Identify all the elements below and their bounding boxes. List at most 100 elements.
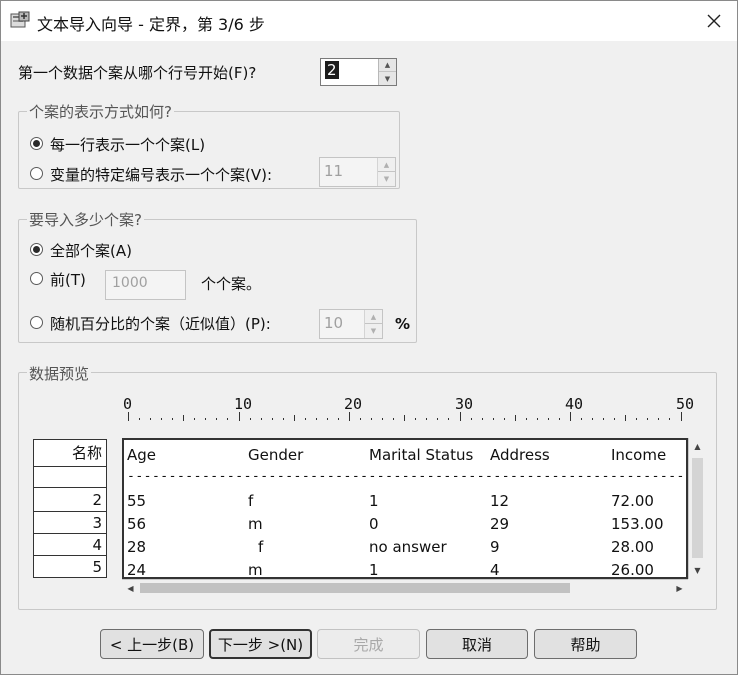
radio-random-percent-label: 随机百分比的个案（近似值）(P): — [50, 315, 271, 333]
ruler-dot — [504, 418, 505, 420]
spin-up-icon: ▲ — [378, 158, 395, 172]
close-icon[interactable] — [699, 6, 729, 36]
ruler-dot — [559, 418, 560, 420]
ruler-mid-tick — [404, 415, 405, 421]
next-button[interactable]: 下一步 >(N) — [209, 629, 312, 659]
cell: 4 — [490, 561, 500, 579]
ruler-major-tick — [128, 412, 129, 421]
cell: f — [258, 538, 264, 556]
ruler-label: 20 — [344, 395, 363, 413]
preview-vertical-scrollbar[interactable]: ▲ ▼ — [688, 438, 706, 579]
row-number: 5 — [92, 558, 102, 576]
ruler-major-tick — [349, 412, 350, 421]
ruler-dot — [261, 418, 262, 420]
random-percent-spinner: 10 ▲ ▼ — [319, 309, 383, 339]
ruler-dot — [592, 418, 593, 420]
column-header[interactable]: Address — [490, 446, 550, 464]
window-title: 文本导入向导 - 定界，第 3/6 步 — [37, 15, 265, 34]
radio-specific-vars-label: 变量的特定编号表示一个个案(V): — [50, 166, 273, 184]
cell: m — [248, 515, 263, 533]
scroll-left-icon[interactable]: ◀ — [122, 580, 139, 596]
ruler-dot — [448, 418, 449, 420]
ruler-dot — [614, 418, 615, 420]
cancel-button[interactable]: 取消 — [426, 629, 528, 659]
case-representation-title: 个案的表示方式如何? — [27, 101, 174, 122]
ruler-major-tick — [681, 412, 682, 421]
cell: 28.00 — [611, 538, 654, 556]
scroll-down-icon[interactable]: ▼ — [689, 562, 706, 579]
ruler-mid-tick — [625, 415, 626, 421]
header-separator: ----------------------------------------… — [127, 469, 688, 484]
ruler-major-tick — [239, 412, 240, 421]
spin-up-icon[interactable]: ▲ — [379, 59, 396, 72]
first-case-row-spinner[interactable]: 2 ▲ ▼ — [320, 58, 397, 86]
preview-horizontal-scrollbar[interactable]: ◀ ▶ — [122, 579, 688, 596]
ruler-dot — [272, 418, 273, 420]
ruler-dot — [250, 418, 251, 420]
ruler-label: 30 — [455, 395, 474, 413]
horizontal-scroll-thumb[interactable] — [140, 583, 570, 593]
spin-down-icon[interactable]: ▼ — [379, 72, 396, 85]
finish-button: 完成 — [317, 629, 420, 659]
back-button[interactable]: < 上一步(B) — [100, 629, 204, 659]
column-header[interactable]: Age — [127, 446, 156, 464]
ruler-dot — [482, 418, 483, 420]
spin-down-icon: ▼ — [383, 175, 390, 183]
cell: 1 — [369, 561, 379, 579]
ruler-dot — [426, 418, 427, 420]
title-bar: 文本导入向导 - 定界，第 3/6 步 — [1, 1, 737, 41]
ruler-dot — [537, 418, 538, 420]
ruler-major-tick — [460, 412, 461, 421]
ruler-dot — [581, 418, 582, 420]
ruler-dot — [150, 418, 151, 420]
ruler-mid-tick — [515, 415, 516, 421]
cell: 12 — [490, 492, 510, 510]
column-header[interactable]: Income — [611, 446, 666, 464]
spin-up-icon: ▲ — [365, 310, 382, 324]
data-preview-grid[interactable]: Age Gender Marital Status Address Income… — [122, 438, 688, 579]
cell: 56 — [127, 515, 147, 533]
vertical-scroll-thumb[interactable] — [692, 458, 703, 558]
help-button[interactable]: 帮助 — [534, 629, 637, 659]
cell: 24 — [127, 561, 147, 579]
ruler-dot — [393, 418, 394, 420]
ruler-label: 40 — [565, 395, 584, 413]
ruler-dot — [316, 418, 317, 420]
data-preview-title: 数据预览 — [27, 363, 92, 384]
ruler-dot — [658, 418, 659, 420]
name-header: 名称 — [34, 440, 106, 467]
ruler-dot — [371, 418, 372, 420]
scroll-up-icon[interactable]: ▲ — [689, 438, 706, 455]
random-percent-value: 10 — [324, 314, 344, 332]
ruler-label: 50 — [676, 395, 695, 413]
ruler-dot — [471, 418, 472, 420]
radio-all-cases-indicator[interactable] — [30, 243, 43, 256]
ruler-major-tick — [570, 412, 571, 421]
radio-each-line-indicator[interactable] — [30, 137, 43, 150]
text-import-wizard-dialog: 文本导入向导 - 定界，第 3/6 步 第一个数据个案从哪个行号开始(F)? 2… — [0, 0, 738, 675]
scroll-right-icon[interactable]: ▶ — [671, 580, 688, 596]
column-header[interactable]: Gender — [248, 446, 303, 464]
cell: 1 — [369, 492, 379, 510]
ruler-dot — [139, 418, 140, 420]
row-number: 2 — [34, 488, 106, 512]
ruler-dot — [415, 418, 416, 420]
ruler-dot — [669, 418, 670, 420]
first-case-row-value[interactable]: 2 — [325, 61, 339, 79]
wizard-app-icon — [10, 11, 30, 28]
ruler-label: 10 — [234, 395, 253, 413]
cell: 29 — [490, 515, 510, 533]
ruler-dot — [636, 418, 637, 420]
cell: 153.00 — [611, 515, 664, 533]
radio-random-percent-indicator[interactable] — [30, 316, 43, 329]
radio-first-n-indicator[interactable] — [30, 272, 43, 285]
ruler-dot — [603, 418, 604, 420]
ruler-dot — [283, 418, 284, 420]
ruler-dot — [647, 418, 648, 420]
column-header[interactable]: Marital Status — [369, 446, 473, 464]
cell: 72.00 — [611, 492, 654, 510]
radio-all-cases-label: 全部个案(A) — [50, 242, 132, 260]
ruler-dot — [161, 418, 162, 420]
radio-specific-vars-indicator[interactable] — [30, 167, 43, 180]
row-number — [34, 467, 106, 488]
